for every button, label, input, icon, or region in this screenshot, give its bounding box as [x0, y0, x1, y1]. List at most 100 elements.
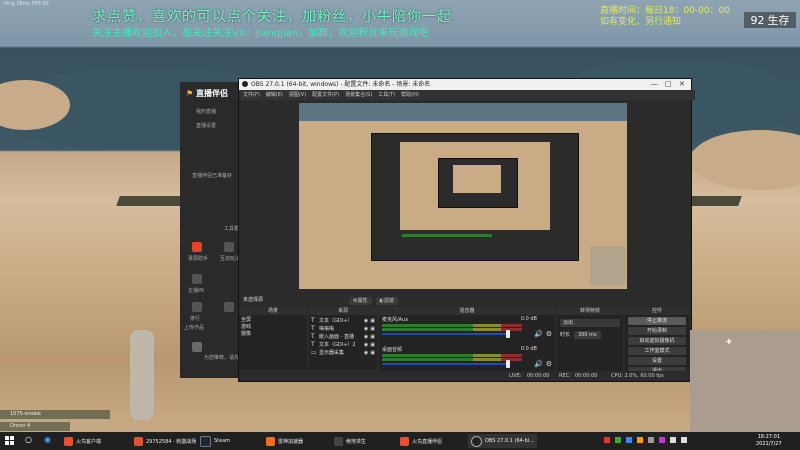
- lock-icon[interactable]: ▣: [370, 318, 375, 325]
- pk-icon[interactable]: [192, 274, 202, 284]
- edge-icon[interactable]: ◉: [44, 435, 51, 444]
- taskbar-app[interactable]: 29752584 · 刺激战场: [134, 434, 196, 448]
- lock-icon[interactable]: ▣: [370, 342, 375, 349]
- studio-mode-button[interactable]: 工作室模式: [628, 347, 686, 355]
- level-meter: [382, 358, 522, 361]
- source-item[interactable]: ▭ 显示器采集 ◉ ▣: [311, 349, 375, 357]
- sources-dock: 来源 T 文本（GDI+） ◉ ▣ T 嗡嗡嗡 ◉ ▣ T 嵌入画面 - 直播 ◉ ▣ T 文本（G…: [309, 307, 380, 379]
- download-icon[interactable]: [224, 302, 234, 312]
- windows-start-icon[interactable]: [5, 436, 15, 446]
- toolbox-label: 工具箱: [224, 226, 240, 232]
- source-label: 嵌入画面 - 直播: [319, 333, 354, 340]
- eye-icon[interactable]: ◉: [364, 326, 368, 333]
- volume-knob[interactable]: [506, 330, 510, 338]
- lock-icon[interactable]: ▣: [370, 350, 375, 357]
- taskbar-app[interactable]: Steam: [200, 434, 230, 448]
- lock-icon[interactable]: ▣: [370, 334, 375, 341]
- source-item[interactable]: T 嗡嗡嗡 ◉ ▣: [311, 325, 375, 333]
- transitions-header: 转场特效: [557, 307, 623, 315]
- source-label: 文本（GDI+）2: [319, 341, 356, 348]
- source-item[interactable]: T 文本（GDI+） ◉ ▣: [311, 317, 375, 325]
- maximize-icon[interactable]: □: [665, 79, 672, 90]
- filters-button[interactable]: ◐滤镜: [375, 297, 398, 305]
- taskbar-app[interactable]: 火鸟客户端: [64, 434, 101, 448]
- eye-icon[interactable]: ◉: [364, 342, 368, 349]
- level-meter: [382, 324, 522, 327]
- system-clock[interactable]: 18:27:01 2021/7/27: [756, 434, 782, 448]
- source-label: 文本（GDI+）: [319, 317, 353, 324]
- volume-knob[interactable]: [506, 360, 510, 368]
- taskbar-app[interactable]: 雷神加速器: [266, 434, 303, 448]
- alive-number: 92: [750, 13, 765, 27]
- clock-date: 2021/7/27: [756, 441, 782, 447]
- sources-header: 来源: [309, 307, 377, 315]
- close-icon[interactable]: ✕: [679, 79, 685, 90]
- channel-db: 0.0 dB: [520, 316, 537, 322]
- menu-scene-collection[interactable]: 场景集合(S): [345, 90, 372, 100]
- speaker-icon[interactable]: 🔊: [534, 330, 543, 338]
- preview-sky: [299, 103, 627, 121]
- menu-my-live[interactable]: 我的直播: [196, 108, 216, 115]
- volume-icon[interactable]: [681, 437, 687, 443]
- alive-counter: 92 生存: [744, 12, 796, 28]
- live-companion-window[interactable]: ⚑ 直播伴侣 我的直播 直播设置 直播伴侣已准备好 工具箱 录屏助手 互动玩法 …: [180, 82, 249, 378]
- stop-streaming-button[interactable]: 停止推流: [628, 317, 686, 325]
- menu-tools[interactable]: 工具(T): [378, 90, 395, 100]
- eye-icon[interactable]: ◉: [364, 318, 368, 325]
- gear-icon[interactable]: ⚙: [546, 330, 552, 338]
- properties-button[interactable]: ⚙属性: [349, 297, 372, 305]
- preview-recursion-1: [371, 133, 579, 261]
- settings-button[interactable]: 设置: [628, 357, 686, 365]
- scene-item[interactable]: 游戏: [241, 324, 305, 331]
- app-label: 29752584 · 刺激战场: [146, 438, 197, 445]
- source-item[interactable]: T 嵌入画面 - 直播 ◉ ▣: [311, 333, 375, 341]
- network-icon[interactable]: [670, 437, 676, 443]
- start-recording-button[interactable]: 开始录制: [628, 327, 686, 335]
- kill-feed-line: Dnnnr 4: [0, 422, 70, 431]
- duration-input[interactable]: 300 ms: [574, 331, 601, 339]
- menu-profile[interactable]: 配置文件(P): [312, 90, 339, 100]
- controls-header: 控件: [625, 307, 689, 315]
- tray-icon[interactable]: [637, 437, 643, 443]
- gear-icon[interactable]: ⚙: [546, 360, 552, 368]
- obs-titlebar[interactable]: OBS 27.0.1 (64-bit, windows) - 配置文件: 未命名…: [239, 79, 691, 90]
- speaker-icon[interactable]: 🔊: [534, 360, 543, 368]
- source-item[interactable]: T 文本（GDI+）2 ◉ ▣: [311, 341, 375, 349]
- menu-help[interactable]: 帮助(H): [401, 90, 419, 100]
- eye-icon[interactable]: ◉: [364, 334, 368, 341]
- rank-icon[interactable]: [192, 302, 202, 312]
- taskbar-app[interactable]: 绝地求生: [334, 434, 366, 448]
- tray-icon[interactable]: [648, 437, 654, 443]
- record-icon[interactable]: [192, 242, 202, 252]
- transition-select[interactable]: 淡出: [560, 319, 620, 327]
- menu-live-settings[interactable]: 直播设置: [196, 122, 216, 129]
- tray-icon[interactable]: [604, 437, 610, 443]
- taskbar-app[interactable]: 火鸟直播伴侣: [400, 434, 442, 448]
- menu-file[interactable]: 文件(F): [243, 90, 260, 100]
- obs-app-icon: [242, 81, 248, 87]
- virtual-camera-button[interactable]: 启动虚拟摄像机: [628, 337, 686, 345]
- tray-icon[interactable]: [626, 437, 632, 443]
- obs-window[interactable]: OBS 27.0.1 (64-bit, windows) - 配置文件: 未命名…: [238, 78, 695, 382]
- obs-statusbar: LIVE: 00:00:00 REC: 00:00:00 CPU: 2.0%, …: [239, 371, 691, 381]
- obs-preview[interactable]: [299, 103, 627, 289]
- mixer-header: 混音器: [379, 307, 555, 315]
- filters-label: 滤镜: [383, 298, 394, 304]
- preview-recursion-inner: [400, 142, 550, 230]
- menu-view[interactable]: 视图(V): [289, 90, 306, 100]
- status-hint: 直播伴侣已准备好: [192, 173, 233, 179]
- lock-icon[interactable]: ▣: [370, 326, 375, 333]
- overlay-subtitle: 关注主播欢迎加入，加关注关注VX：Jiangjian，加群，欢迎粉丝来玩游戏吧: [92, 28, 429, 39]
- volume-slider[interactable]: [382, 360, 510, 368]
- tray-icon[interactable]: [615, 437, 621, 443]
- eye-icon[interactable]: ◉: [364, 350, 368, 357]
- scene-item[interactable]: 摄像: [241, 331, 305, 338]
- menu-edit[interactable]: 编辑(E): [266, 90, 283, 100]
- user-icon[interactable]: [224, 242, 234, 252]
- minimize-icon[interactable]: —: [651, 79, 658, 90]
- tray-icon[interactable]: [659, 437, 665, 443]
- search-icon[interactable]: ○: [25, 435, 32, 444]
- taskbar-app-active[interactable]: OBS 27.0.1 (64-bi...: [468, 434, 537, 448]
- scene-item[interactable]: 全屏: [241, 317, 305, 324]
- volume-slider[interactable]: [382, 330, 510, 338]
